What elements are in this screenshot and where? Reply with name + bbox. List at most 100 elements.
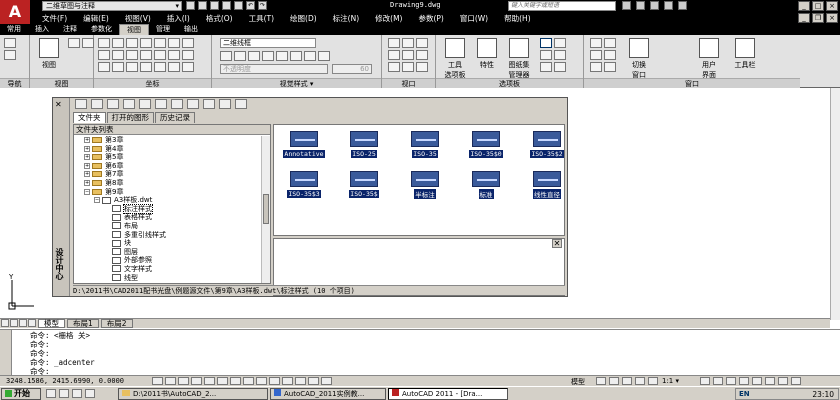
tree-node[interactable]: − 第9章 <box>74 188 262 197</box>
views-icon[interactable] <box>235 99 247 109</box>
ucs-y-rotate-icon[interactable] <box>140 62 152 72</box>
ucs-prev-icon[interactable] <box>140 50 152 60</box>
up-icon[interactable] <box>123 99 135 109</box>
ucs-z-icon[interactable] <box>154 38 166 48</box>
view-top-icon[interactable] <box>68 38 80 48</box>
menu-modify[interactable]: 修改(M) <box>367 13 410 24</box>
calculator-icon[interactable] <box>554 50 566 60</box>
ucs-face-icon[interactable] <box>126 50 138 60</box>
pan-icon[interactable] <box>4 38 16 48</box>
ucs-icon-toggle-icon[interactable] <box>98 62 110 72</box>
start-button[interactable]: 开始 <box>1 388 41 400</box>
menu-view[interactable]: 视图(V) <box>117 13 159 24</box>
quick-view-drawings-icon[interactable] <box>609 377 619 385</box>
menu-draw[interactable]: 绘图(D) <box>282 13 325 24</box>
dyn-toggle-icon[interactable] <box>256 377 267 385</box>
forward-icon[interactable] <box>107 99 119 109</box>
tab-layout1[interactable]: 布局1 <box>67 319 99 328</box>
new-file-icon[interactable] <box>186 1 195 10</box>
viewport-new-icon[interactable] <box>402 50 414 60</box>
tree-node[interactable]: 图层 <box>74 248 262 257</box>
vs-edges-icon[interactable] <box>290 51 302 61</box>
dimstyle-item[interactable]: 标准 <box>458 171 514 199</box>
clock[interactable]: 23:10 <box>812 390 834 399</box>
auto-scale-icon[interactable] <box>713 377 723 385</box>
dimstyle-item[interactable]: Annotative <box>276 131 332 158</box>
tree-node[interactable]: 外部参照 <box>74 256 262 265</box>
save-icon[interactable] <box>210 1 219 10</box>
dimstyle-item[interactable]: ISO-35$2 <box>519 131 575 158</box>
ortho-toggle-icon[interactable] <box>178 377 189 385</box>
tree-node[interactable]: 线型 <box>74 274 262 283</box>
favorites-icon[interactable] <box>664 1 673 10</box>
viewport-join-icon[interactable] <box>416 38 428 48</box>
vs-xray-icon[interactable] <box>304 51 316 61</box>
tree-node[interactable]: 多重引线样式 <box>74 231 262 240</box>
viewport-lock-icon[interactable] <box>388 62 400 72</box>
tab-model[interactable]: 模型 <box>38 319 65 328</box>
preview-toggle-icon[interactable] <box>203 99 215 109</box>
ucs-x-icon[interactable] <box>126 38 138 48</box>
window-tile-h-icon[interactable] <box>604 38 616 48</box>
dbconnect-icon[interactable] <box>540 50 552 60</box>
ucs-named-icon[interactable] <box>154 50 166 60</box>
lock-icon[interactable] <box>739 377 749 385</box>
dimstyle-item[interactable]: ISO-35$0 <box>458 131 514 158</box>
quick-view-layouts-icon[interactable] <box>596 377 606 385</box>
menu-insert[interactable]: 插入(I) <box>159 13 198 24</box>
tab-history[interactable]: 历史记录 <box>155 112 195 123</box>
communication-icon[interactable] <box>650 1 659 10</box>
grid-toggle-icon[interactable] <box>165 377 176 385</box>
ucs-settings-icon[interactable] <box>112 62 124 72</box>
lwt-toggle-icon[interactable] <box>269 377 280 385</box>
annotation-visibility-icon[interactable] <box>700 377 710 385</box>
open-file-icon[interactable] <box>198 1 207 10</box>
tool-palettes-button[interactable]: 工具 选项板 <box>440 38 470 80</box>
tab-parametric[interactable]: 参数化 <box>84 24 119 35</box>
visual-style-select[interactable]: 二维线框 <box>220 38 316 48</box>
dimstyle-item[interactable]: ISO-35$3 <box>276 171 332 198</box>
clean-screen-icon[interactable] <box>791 377 801 385</box>
media-icon[interactable] <box>85 389 95 398</box>
tree-node[interactable]: + 第4章 <box>74 145 262 154</box>
ucs-y-icon[interactable] <box>140 38 152 48</box>
tab-layout2[interactable]: 布局2 <box>100 319 133 328</box>
viewport-poly-icon[interactable] <box>402 62 414 72</box>
ucs-extra-icon[interactable] <box>168 62 180 72</box>
pan-status-icon[interactable] <box>622 377 632 385</box>
tree-node[interactable]: − A3样板.dwt <box>74 196 262 205</box>
tpy-toggle-icon[interactable] <box>282 377 293 385</box>
dimstyle-item[interactable]: ISO-35 <box>397 131 453 158</box>
tree-node[interactable]: + 第6章 <box>74 162 262 171</box>
ucs-origin-icon[interactable] <box>168 38 180 48</box>
window-arrange-icon[interactable] <box>604 50 616 60</box>
design-center-icon[interactable] <box>540 38 552 48</box>
tree-node[interactable]: 表格样式 <box>74 213 262 222</box>
sc-toggle-icon[interactable] <box>308 377 319 385</box>
menu-edit[interactable]: 编辑(E) <box>75 13 117 24</box>
search-icon[interactable] <box>139 99 151 109</box>
tree-node[interactable]: + 第3章 <box>74 136 262 145</box>
isolate-objects-icon[interactable] <box>765 377 775 385</box>
tab-home[interactable]: 常用 <box>0 24 28 35</box>
ucs-z-rotate-icon[interactable] <box>154 62 166 72</box>
viewport-named-icon[interactable] <box>402 38 414 48</box>
tab-open-drawings[interactable]: 打开的图形 <box>106 112 154 123</box>
window-lock-icon[interactable] <box>590 62 602 72</box>
properties-button[interactable]: 特性 <box>472 38 502 70</box>
vs-hidden-icon[interactable] <box>234 51 246 61</box>
tree-vertical-scrollbar[interactable] <box>261 136 270 283</box>
window-cascade-icon[interactable] <box>590 38 602 48</box>
menu-help[interactable]: 帮助(H) <box>496 13 539 24</box>
viewport-obj-icon[interactable] <box>416 62 428 72</box>
menu-file[interactable]: 文件(F) <box>30 13 75 24</box>
design-center-titlebar[interactable]: ✕ 设计中心 <box>53 98 70 296</box>
view-bottom-icon[interactable] <box>82 38 94 48</box>
ucs-more-icon[interactable] <box>182 62 194 72</box>
doc-minimize-icon[interactable]: _ <box>798 13 810 23</box>
close-icon[interactable]: × <box>826 1 838 11</box>
minimize-icon[interactable]: _ <box>798 1 810 11</box>
menu-tools[interactable]: 工具(T) <box>241 13 282 24</box>
polar-toggle-icon[interactable] <box>191 377 202 385</box>
viewport-clip-icon[interactable] <box>388 50 400 60</box>
